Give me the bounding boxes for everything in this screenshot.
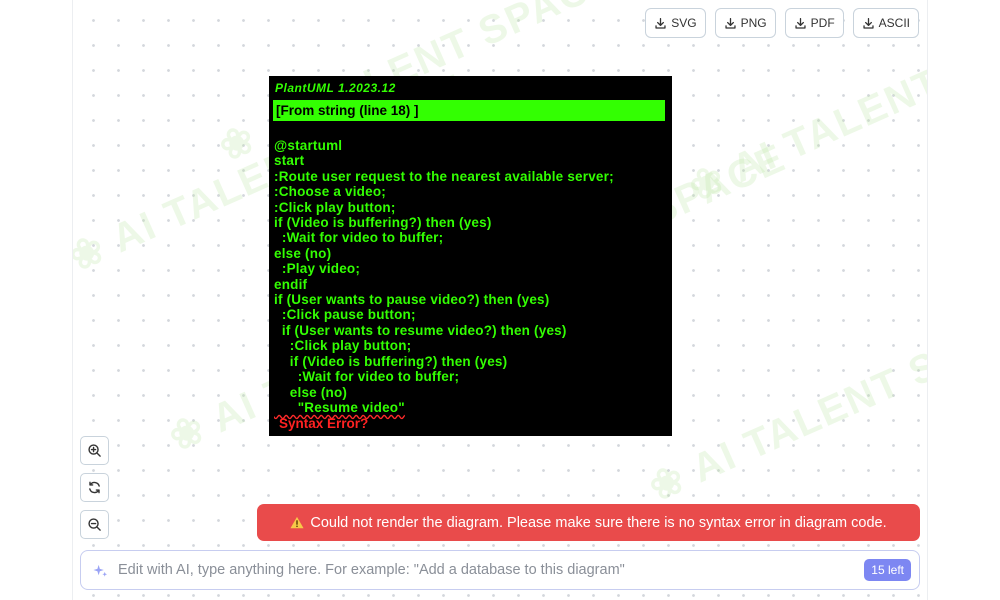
zoom-in-icon [88, 444, 101, 457]
warning-icon [290, 516, 304, 529]
zoom-out-icon [88, 518, 101, 531]
code-line: :Play video; [274, 261, 361, 277]
download-icon [863, 17, 874, 29]
export-svg-button[interactable]: SVG [645, 8, 706, 38]
syntax-error-label: Syntax Error? [279, 416, 369, 431]
plantuml-error-image: PlantUML 1.2023.12 [From string (line 18… [269, 76, 672, 436]
code-line: @startuml [274, 138, 343, 153]
export-png-button[interactable]: PNG [714, 8, 776, 38]
reset-view-button[interactable] [80, 473, 109, 502]
remaining-credits-badge: 15 left [864, 559, 911, 581]
export-pdf-label: PDF [810, 16, 835, 30]
code-line: :Click pause button; [274, 307, 416, 323]
diagram-source-code: @startuml start :Route user request to t… [274, 138, 670, 415]
download-icon [795, 17, 806, 29]
plantuml-version: PlantUML 1.2023.12 [275, 81, 396, 95]
export-png-label: PNG [740, 16, 767, 30]
code-line-error: "Resume video" [274, 400, 670, 415]
code-line: if (Video is buffering?) then (yes) [274, 215, 492, 231]
error-code-text: "Resume video" [274, 399, 405, 415]
export-pdf-button[interactable]: PDF [784, 8, 844, 38]
code-line: :Route user request to the nearest avail… [274, 168, 614, 184]
ai-edit-bar: 15 left [80, 550, 920, 590]
render-error-toast: Could not render the diagram. Please mak… [257, 504, 920, 541]
code-line: else (no) [274, 384, 348, 400]
download-icon [655, 17, 666, 29]
ai-prompt-input[interactable] [118, 562, 865, 578]
export-svg-label: SVG [671, 16, 697, 30]
export-ascii-label: ASCII [878, 16, 910, 30]
code-line: if (User wants to pause video?) then (ye… [274, 292, 550, 308]
zoom-out-button[interactable] [80, 510, 109, 539]
watermark: ❀ AI TALENT SPACE [642, 295, 928, 511]
toast-message: Could not render the diagram. Please mak… [310, 514, 887, 531]
refresh-icon [89, 481, 100, 494]
code-line: :Click play button; [274, 338, 412, 354]
code-line: else (no) [274, 245, 332, 261]
sparkle-icon [93, 564, 108, 577]
code-line: :Wait for video to buffer; [274, 369, 460, 385]
error-location-banner: [From string (line 18) ] [273, 100, 665, 121]
download-icon [725, 17, 736, 29]
code-line: if (User wants to resume video?) then (y… [274, 322, 567, 338]
code-line: :Wait for video to buffer; [274, 230, 444, 246]
code-line: :Choose a video; [274, 184, 386, 200]
code-line: if (Video is buffering?) then (yes) [274, 353, 508, 369]
code-line: start [274, 153, 305, 169]
zoom-in-button[interactable] [80, 436, 109, 465]
code-line: :Click play button; [274, 199, 396, 215]
export-toolbar: SVG PNG PDF ASCII [645, 8, 919, 38]
zoom-controls [80, 436, 109, 539]
code-line: endif [274, 276, 308, 292]
export-ascii-button[interactable]: ASCII [852, 8, 919, 38]
